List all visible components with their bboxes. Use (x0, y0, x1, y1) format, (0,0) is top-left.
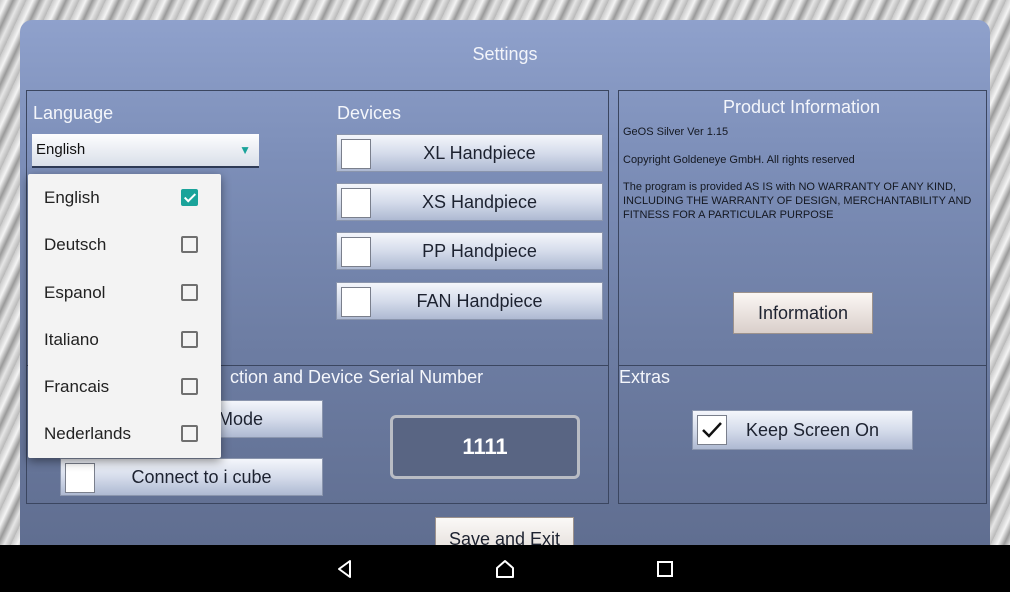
language-option-label: English (44, 188, 100, 207)
pp-handpiece-label: PP Handpiece (422, 240, 537, 261)
keep-screen-on-button[interactable]: Keep Screen On (692, 410, 913, 450)
language-option-espanol[interactable]: Espanol (28, 269, 221, 316)
recents-icon[interactable] (653, 557, 677, 581)
language-option-checkbox[interactable] (181, 331, 198, 348)
xs-handpiece-checkbox[interactable] (341, 188, 371, 218)
language-select-value: English (36, 141, 86, 158)
devices-label: Devices (337, 103, 402, 123)
language-option-francais[interactable]: Francais (28, 363, 221, 410)
extras-label: Extras (619, 367, 671, 387)
xs-handpiece-button[interactable]: XS Handpiece (336, 183, 603, 221)
language-option-nederlands[interactable]: Nederlands (28, 410, 221, 457)
keep-screen-on-checkbox[interactable] (697, 415, 727, 445)
information-button[interactable]: Information (733, 292, 873, 334)
language-select[interactable]: English ▼ (32, 134, 259, 168)
language-dropdown-list: English Deutsch Espanol Italiano Francai… (28, 174, 221, 458)
copyright-text: Copyright Goldeneye GmbH. All rights res… (623, 154, 855, 166)
disclaimer-text: The program is provided AS IS with NO WA… (623, 181, 972, 221)
connect-icube-checkbox[interactable] (65, 463, 95, 493)
connect-icube-button[interactable]: Connect to i cube (60, 458, 323, 496)
information-button-label: Information (757, 302, 849, 323)
language-option-label: Francais (44, 377, 110, 396)
language-label: Language (33, 103, 114, 123)
checkmark-icon (702, 422, 722, 438)
xl-handpiece-button[interactable]: XL Handpiece (336, 134, 603, 172)
version-text: GeOS Silver Ver 1.15 (623, 126, 729, 138)
language-option-checkbox[interactable] (181, 284, 198, 301)
mode-button-label: Mode (218, 408, 264, 429)
xs-handpiece-label: XS Handpiece (421, 191, 538, 212)
language-option-label: Nederlands (44, 424, 131, 443)
connection-label: ction and Device Serial Number (230, 367, 484, 387)
serial-number-display: 1111 (390, 415, 580, 479)
pp-handpiece-button[interactable]: PP Handpiece (336, 232, 603, 270)
language-option-label: Deutsch (44, 235, 107, 254)
language-option-checkbox[interactable] (181, 378, 198, 395)
xl-handpiece-checkbox[interactable] (341, 139, 371, 169)
product-info-title: Product Information (722, 97, 881, 117)
language-option-italiano[interactable]: Italiano (28, 316, 221, 363)
language-option-checkbox[interactable] (181, 189, 198, 206)
pp-handpiece-checkbox[interactable] (341, 237, 371, 267)
language-option-label: Espanol (44, 283, 106, 302)
fan-handpiece-checkbox[interactable] (341, 287, 371, 317)
fan-handpiece-button[interactable]: FAN Handpiece (336, 282, 603, 320)
back-icon[interactable] (333, 557, 357, 581)
language-option-deutsch[interactable]: Deutsch (28, 221, 221, 268)
home-icon[interactable] (493, 557, 517, 581)
language-option-checkbox[interactable] (181, 425, 198, 442)
xl-handpiece-label: XL Handpiece (423, 142, 536, 163)
language-option-label: Italiano (44, 330, 99, 349)
navigation-bar (0, 545, 1010, 592)
dropdown-arrow-icon: ▼ (239, 143, 251, 157)
language-option-checkbox[interactable] (181, 236, 198, 253)
settings-panel: Settings Language English ▼ Devices XL H… (20, 20, 990, 560)
keep-screen-on-label: Keep Screen On (745, 419, 880, 440)
fan-handpiece-label: FAN Handpiece (416, 290, 543, 311)
language-option-english[interactable]: English (28, 174, 221, 221)
connect-icube-label: Connect to i cube (131, 466, 272, 487)
page-title: Settings (472, 44, 538, 64)
